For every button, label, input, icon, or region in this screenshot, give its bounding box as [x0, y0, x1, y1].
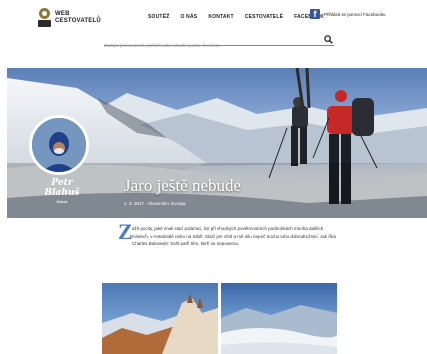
logo-text: WEB CESTOVATELŮ [55, 11, 101, 25]
nav-item-o-nas[interactable]: O NÁS [180, 14, 197, 20]
article-title: Jaro ještě nebude [124, 176, 242, 195]
facebook-login-button[interactable]: f Přihlásit se pomocí Facebooku [310, 9, 386, 19]
site-logo[interactable]: WEB CESTOVATELŮ [38, 8, 101, 28]
logo-line1: WEB [55, 11, 70, 17]
search-bar [104, 34, 334, 51]
article-dropcap: Z [118, 219, 133, 244]
facebook-login-label: Přihlásit se pomocí Facebooku [324, 11, 386, 17]
hero-banner: Petr Blahuš Bakalá Jaro ještě nebude 2. … [7, 68, 427, 218]
author-avatar[interactable] [29, 115, 89, 175]
article-text: ažít pocity, jaké znali starí polárnici,… [132, 226, 336, 246]
article-meta: 2. 3. 2017 · Slovensko, Evropa [124, 201, 186, 206]
nav-item-kontakt[interactable]: KONTAKT [208, 14, 233, 20]
logo-pin-icon [38, 8, 51, 28]
nav-item-cestovatele[interactable]: CESTOVATELÉ [245, 14, 283, 20]
author-subtitle: Bakalá [56, 200, 68, 204]
article-photo-1[interactable] [102, 283, 218, 354]
site-header: WEB CESTOVATELŮ SOUTĚŽ O NÁS KONTAKT CES… [0, 0, 427, 62]
logo-line2: CESTOVATELŮ [55, 18, 101, 24]
search-icon[interactable] [324, 35, 333, 44]
main-nav: SOUTĚŽ O NÁS KONTAKT CESTOVATELÉ FACEBOO… [148, 14, 335, 20]
article-photo-2[interactable] [221, 283, 337, 354]
search-input[interactable] [104, 40, 314, 51]
author-block: Petr Blahuš Bakalá [37, 178, 87, 204]
nav-item-soutez[interactable]: SOUTĚŽ [148, 14, 169, 20]
facebook-icon: f [310, 9, 320, 19]
author-name[interactable]: Petr Blahuš [37, 178, 87, 198]
